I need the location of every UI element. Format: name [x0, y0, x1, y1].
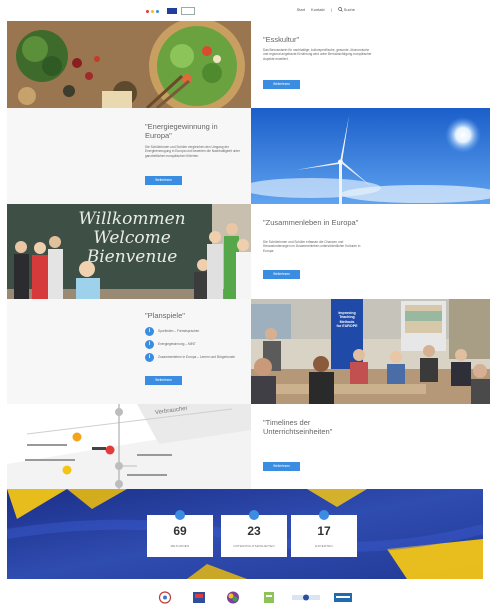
wind-turbine-image[interactable]	[251, 108, 490, 204]
main-nav: Start Kontakt | Suche	[297, 7, 355, 12]
planspiele-item-label: Zusammenleben in Europa – Lernen und Bür…	[158, 355, 236, 359]
partner-logo-5-icon[interactable]	[292, 591, 320, 604]
classroom-welcome-image[interactable]: Willkommen Welcome Bienvenue	[7, 204, 251, 299]
esskultur-more-button[interactable]: Weiterlesen	[263, 80, 300, 89]
stat-methoden: 69 METHODEN	[147, 510, 213, 557]
esskultur-text: Das Bewusstsein für nachhaltige, kulturs…	[263, 48, 372, 61]
erasmus-logo-icon	[181, 7, 195, 15]
energie-more-button[interactable]: Weiterlesen	[145, 176, 182, 185]
info-icon: i	[145, 326, 154, 336]
logo-dot	[156, 9, 159, 13]
logo-dot	[151, 9, 154, 13]
planspiele-item[interactable]: i Zusammenleben in Europa – Lernen und B…	[145, 352, 235, 362]
stat-value: 17	[317, 524, 331, 538]
planspiele-item[interactable]: i Spurfinden – Fremdsprachen	[145, 326, 235, 336]
timelines-section	[251, 404, 490, 489]
methods-icon	[175, 510, 185, 520]
planspiele-more-button[interactable]: Weiterlesen	[145, 376, 182, 385]
nav-separator: |	[330, 7, 332, 12]
food-image[interactable]	[7, 21, 251, 108]
partner-logo-3-icon[interactable]	[226, 591, 240, 604]
energie-text: Die Schülerinnen und Schüler vergleichen…	[145, 145, 240, 158]
partner-logo-2-icon[interactable]	[192, 591, 206, 604]
stat-label: METHODEN	[170, 544, 190, 548]
eu-flag-icon	[167, 8, 177, 14]
stat-experten: 17 EXPERTEN	[291, 510, 357, 557]
logo-dot	[146, 9, 149, 13]
nav-start[interactable]: Start	[297, 7, 305, 12]
search-link[interactable]: Suche	[337, 7, 355, 12]
students-classroom-image[interactable]: Improving Teaching Methods for EUROPE	[251, 299, 490, 404]
search-label: Suche	[343, 7, 355, 12]
stat-label: EXPERTEN	[315, 544, 333, 548]
info-icon: i	[145, 352, 154, 362]
search-icon	[337, 7, 343, 12]
top-bar: Start Kontakt | Suche	[0, 0, 490, 21]
stat-label: UNTERRICHTSEINHEITEN	[233, 544, 275, 548]
experts-icon	[319, 510, 329, 520]
planspiele-item[interactable]: i Energiegewinnung – MINT	[145, 339, 235, 349]
stat-unterrichtseinheiten: 23 UNTERRICHTSEINHEITEN	[221, 510, 287, 557]
timelines-more-button[interactable]: Weiterlesen	[263, 462, 300, 471]
partner-logo-6-icon[interactable]	[334, 591, 352, 604]
site-logo[interactable]	[146, 6, 195, 16]
banner-line: for EUROPE	[336, 324, 358, 329]
nav-kontakt[interactable]: Kontakt	[311, 7, 325, 12]
units-icon	[249, 510, 259, 520]
timelines-title: "Timelines der Unterrichtseinheiten"	[263, 418, 333, 436]
planspiele-item-label: Energiegewinnung – MINT	[158, 342, 196, 346]
stat-value: 23	[247, 524, 261, 538]
zusammenleben-more-button[interactable]: Weiterlesen	[263, 270, 300, 279]
timeline-image[interactable]: Verbraucher	[7, 404, 251, 489]
project-banner: Improving Teaching Methods for EUROPE	[332, 311, 362, 329]
stat-value: 69	[173, 524, 187, 538]
partner-logo-1-icon[interactable]	[158, 591, 172, 604]
info-icon: i	[145, 339, 154, 349]
zusammenleben-text: Die Schülerinnen und Schüler erfassen di…	[263, 240, 361, 253]
partner-logo-4-icon[interactable]	[262, 591, 276, 604]
energie-title: "Energiegewinnung in Europa"	[145, 122, 218, 140]
esskultur-title: "Esskultur"	[263, 35, 300, 44]
planspiele-list: i Spurfinden – Fremdsprachen i Energiege…	[145, 326, 235, 365]
planspiele-item-label: Spurfinden – Fremdsprachen	[158, 329, 200, 333]
partner-logos	[0, 586, 490, 608]
stats-section: 69 METHODEN 23 UNTERRICHTSEINHEITEN 17 E…	[7, 489, 483, 579]
zusammenleben-title: "Zusammenleben in Europa"	[263, 218, 359, 227]
planspiele-title: "Planspiele"	[145, 311, 185, 320]
